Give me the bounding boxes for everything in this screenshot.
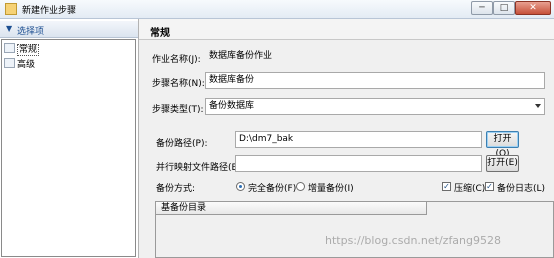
- sidebar-item-label: 常规: [17, 44, 40, 56]
- sidebar-item-general[interactable]: 常规: [4, 43, 40, 56]
- app-icon: [5, 3, 17, 15]
- main-panel: 常规 作业名称(J): 数据库备份作业 步骤名称(N): 数据库备份 步骤类型(…: [139, 19, 554, 258]
- step-type-label: 步骤类型(T):: [152, 105, 204, 115]
- sidebar-item-label: 高级: [17, 60, 36, 70]
- step-type-select[interactable]: 备份数据库: [205, 98, 545, 115]
- sidebar-header: ▼ 选择项: [0, 21, 138, 38]
- backup-log-checkbox[interactable]: ✓: [485, 182, 494, 191]
- compress-checkbox[interactable]: ✓: [442, 182, 451, 191]
- step-type-value: 备份数据库: [209, 101, 255, 111]
- step-name-input[interactable]: 数据库备份: [205, 72, 545, 89]
- page-icon: [4, 43, 15, 53]
- compress-label: 压缩(C): [454, 184, 486, 194]
- maximize-button[interactable]: □: [493, 1, 515, 15]
- mapping-path-label: 并行映射文件路径(B):: [156, 163, 245, 173]
- backup-path-label: 备份路径(P):: [156, 139, 208, 149]
- incremental-backup-label: 增量备份(I): [308, 184, 354, 194]
- page-icon: [4, 58, 15, 68]
- job-name-label: 作业名称(J):: [152, 55, 201, 65]
- section-title: 常规: [150, 28, 170, 39]
- backup-mode-label: 备份方式:: [156, 184, 196, 194]
- backup-path-input[interactable]: D:\dm7_bak: [235, 131, 482, 148]
- minimize-button[interactable]: ─: [471, 1, 493, 15]
- backup-log-label: 备份日志(L): [497, 184, 546, 194]
- window-title: 新建作业步骤: [22, 6, 77, 16]
- base-backup-dir-header[interactable]: 基备份目录: [156, 202, 427, 215]
- step-name-label: 步骤名称(N):: [152, 79, 205, 89]
- sidebar-item-advanced[interactable]: 高级: [4, 58, 35, 70]
- chevron-down-icon: [535, 104, 541, 108]
- full-backup-label: 完全备份(F): [248, 184, 297, 194]
- close-button[interactable]: ✕: [515, 1, 551, 15]
- options-tree: 常规 高级: [1, 39, 136, 257]
- watermark: https://blog.csdn.net/zfang9528: [325, 234, 501, 247]
- options-sidebar: ▼ 选择项 常规 高级: [0, 19, 139, 258]
- incremental-backup-radio[interactable]: [296, 182, 305, 191]
- mapping-path-input[interactable]: [235, 155, 482, 172]
- open-mapping-path-button[interactable]: 打开(E): [486, 155, 519, 172]
- section-header: 常规: [139, 19, 554, 40]
- open-backup-path-button[interactable]: 打开(O): [486, 131, 519, 159]
- base-backup-table: 基备份目录: [155, 201, 554, 258]
- chevron-down-icon: ▼: [6, 24, 13, 33]
- window-titlebar: 新建作业步骤 ─ □ ✕: [0, 0, 554, 19]
- sidebar-header-label: 选择项: [17, 27, 45, 37]
- full-backup-radio[interactable]: [236, 182, 245, 191]
- job-name-field: 数据库备份作业: [205, 48, 545, 65]
